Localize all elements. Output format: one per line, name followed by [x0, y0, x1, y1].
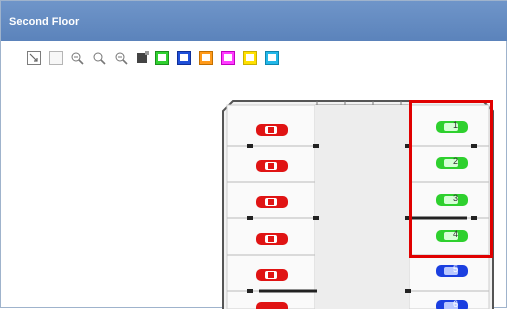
selection-highlight — [409, 100, 493, 258]
spot-number: 5 — [453, 264, 459, 274]
parking-spot-6[interactable]: 6 — [435, 298, 469, 309]
parked-car[interactable] — [255, 122, 289, 138]
parked-car[interactable] — [255, 231, 289, 247]
parked-car[interactable] — [255, 194, 289, 210]
parked-car[interactable] — [255, 267, 289, 283]
floor-window: Second Floor 1 2 3 4 5 6 — [0, 0, 507, 309]
parked-car[interactable] — [255, 158, 289, 174]
parking-spot-5[interactable]: 5 — [435, 263, 469, 279]
